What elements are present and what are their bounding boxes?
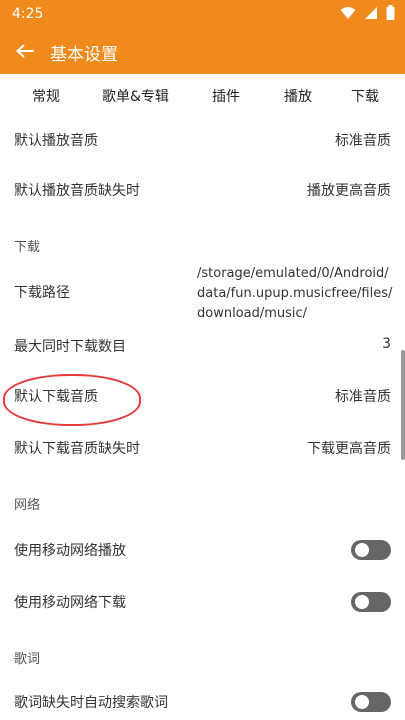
setting-download-path[interactable]: 下载路径 /storage/emulated/0/Android/data/fu… bbox=[0, 264, 405, 324]
setting-value: 标准音质 bbox=[335, 389, 391, 405]
toggle-knob bbox=[355, 595, 369, 609]
status-bar: 4:25 bbox=[0, 0, 405, 28]
setting-label: 最大同时下载数目 bbox=[14, 339, 126, 355]
setting-download-quality-missing[interactable]: 默认下载音质缺失时 下载更高音质 bbox=[0, 434, 405, 462]
lyrics-auto-search-toggle[interactable] bbox=[351, 692, 391, 712]
setting-mobile-download[interactable]: 使用移动网络下载 bbox=[0, 588, 405, 616]
section-header-download: 下载 bbox=[14, 240, 41, 255]
setting-value: 3 bbox=[382, 336, 391, 352]
setting-label: 歌词缺失时自动搜索歌词 bbox=[14, 695, 168, 711]
back-button[interactable] bbox=[10, 36, 40, 66]
tab-plugins[interactable]: 插件 bbox=[212, 86, 240, 106]
setting-mobile-play[interactable]: 使用移动网络播放 bbox=[0, 536, 405, 564]
highlight-annotation-circle bbox=[3, 374, 141, 426]
battery-icon bbox=[386, 5, 395, 20]
status-time: 4:25 bbox=[12, 6, 44, 22]
setting-value: 播放更高音质 bbox=[307, 183, 391, 199]
tab-playback[interactable]: 播放 bbox=[284, 86, 312, 106]
setting-default-play-quality[interactable]: 默认播放音质 标准音质 bbox=[0, 126, 405, 154]
setting-label: 下载路径 bbox=[14, 285, 70, 301]
signal-icon bbox=[365, 6, 377, 19]
setting-lyrics-auto-search[interactable]: 歌词缺失时自动搜索歌词 bbox=[0, 688, 405, 716]
arrow-left-icon bbox=[16, 44, 34, 58]
setting-label: 默认下载音质缺失时 bbox=[14, 441, 140, 457]
page-title: 基本设置 bbox=[50, 45, 118, 65]
setting-value: 标准音质 bbox=[335, 133, 391, 149]
wifi-icon bbox=[340, 6, 356, 19]
section-header-lyrics: 歌词 bbox=[14, 652, 41, 667]
toggle-knob bbox=[355, 543, 369, 557]
download-path-value: /storage/emulated/0/Android/data/fun.upu… bbox=[197, 266, 393, 321]
setting-max-downloads[interactable]: 最大同时下载数目 3 bbox=[0, 332, 405, 360]
setting-label: 默认播放音质缺失时 bbox=[14, 183, 140, 199]
section-header-network: 网络 bbox=[14, 498, 41, 513]
setting-value: 下载更高音质 bbox=[307, 441, 391, 457]
app-bar: 基本设置 bbox=[0, 28, 405, 74]
scrollbar[interactable] bbox=[401, 350, 405, 460]
setting-label: 使用移动网络播放 bbox=[14, 543, 126, 559]
setting-label: 使用移动网络下载 bbox=[14, 595, 126, 611]
mobile-play-toggle[interactable] bbox=[351, 540, 391, 560]
status-icons bbox=[340, 5, 395, 20]
tab-general[interactable]: 常规 bbox=[32, 86, 60, 106]
toggle-knob bbox=[355, 695, 369, 709]
tab-bar: 常规 歌单&专辑 插件 播放 下载 bbox=[0, 74, 405, 118]
tab-download[interactable]: 下载 bbox=[351, 86, 379, 106]
mobile-download-toggle[interactable] bbox=[351, 592, 391, 612]
setting-play-quality-missing[interactable]: 默认播放音质缺失时 播放更高音质 bbox=[0, 176, 405, 204]
setting-label: 默认播放音质 bbox=[14, 133, 98, 149]
tab-playlist-album[interactable]: 歌单&专辑 bbox=[102, 86, 169, 106]
